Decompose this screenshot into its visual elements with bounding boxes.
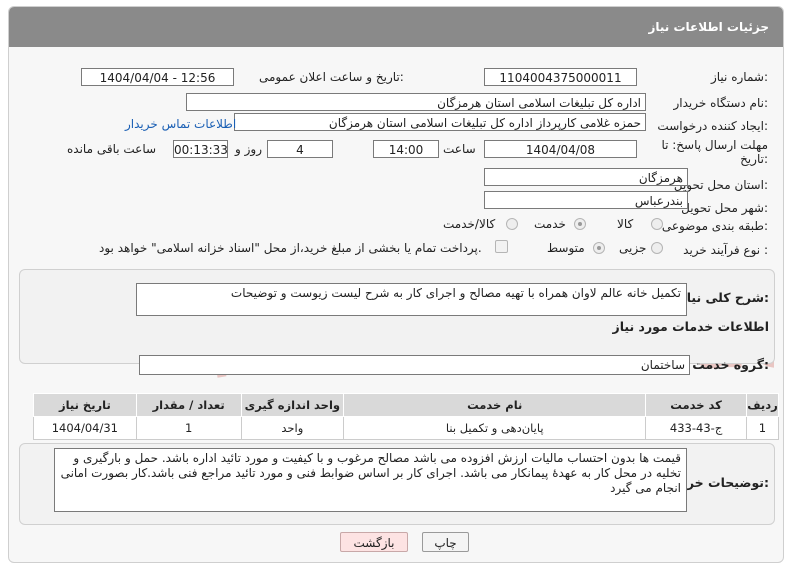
back-button[interactable]: بازگشت <box>340 532 408 552</box>
row-index: 1 <box>745 416 780 440</box>
row-date: 1404/04/31 <box>33 416 137 440</box>
city-field: بندرعباس <box>484 191 688 209</box>
treasury-payment-checkbox[interactable] <box>495 240 508 253</box>
category-option-service: خدمت <box>534 217 566 231</box>
contact-buyer-link[interactable]: اطلاعات تماس خریدار <box>125 117 236 131</box>
process-option-medium: متوسط <box>547 241 585 255</box>
category-option-goods: کالا <box>617 217 634 231</box>
category-option-goods-service: کالا/خدمت <box>443 217 496 231</box>
deadline-label-2: تاریخ: <box>740 152 768 166</box>
process-radio-medium[interactable] <box>593 242 605 254</box>
announce-label: تاریخ و ساعت اعلان عمومی: <box>259 70 404 84</box>
services-table: ردیف کد خدمت نام خدمت واحد اندازه گیری ت… <box>33 393 780 440</box>
col-unit: واحد اندازه گیری <box>240 393 345 417</box>
process-radio-minor[interactable] <box>651 242 663 254</box>
deadline-label: مهلت ارسال پاسخ: تا <box>661 138 768 152</box>
summary-label: شرح کلی نیاز: <box>679 290 770 305</box>
col-name: نام خدمت <box>343 393 647 417</box>
print-button[interactable]: چاپ <box>422 532 469 552</box>
payment-note: پرداخت تمام یا بخشی از مبلغ خرید،از محل … <box>99 241 482 255</box>
deadline-date-field: 1404/04/08 <box>484 140 637 158</box>
process-option-minor: جزیی <box>619 241 647 255</box>
col-index: ردیف <box>745 393 780 417</box>
announce-field: 1404/04/04 - 12:56 <box>81 68 234 86</box>
service-group-field: ساختمان <box>139 355 690 375</box>
col-code: کد خدمت <box>645 393 747 417</box>
row-code: ج-43-433 <box>645 416 747 440</box>
remaining-time-field: 00:13:33 <box>173 140 228 158</box>
days-field: 4 <box>267 140 333 158</box>
need-details-panel: جزئیات اطلاعات نیاز AriaTender.neT شماره… <box>8 6 784 563</box>
deadline-time-field: 14:00 <box>373 140 439 158</box>
service-group-label: گروه خدمت: <box>692 357 769 372</box>
col-date: تاریخ نیاز <box>33 393 137 417</box>
row-qty: 1 <box>135 416 242 440</box>
remaining-label: ساعت باقی مانده <box>67 142 157 156</box>
category-radio-goods-service[interactable] <box>506 218 518 230</box>
need-number-field: 1104004375000011 <box>484 68 637 86</box>
panel-title: جزئیات اطلاعات نیاز <box>648 20 769 34</box>
buyer-org-field: اداره کل تبلیغات اسلامی استان هرمزگان <box>186 93 646 111</box>
row-name: پایان‌دهی و تکمیل بنا <box>343 416 647 440</box>
table-row: 1 ج-43-433 پایان‌دهی و تکمیل بنا واحد 1 … <box>33 416 780 440</box>
table-header-row: ردیف کد خدمت نام خدمت واحد اندازه گیری ت… <box>33 393 780 417</box>
panel-header: جزئیات اطلاعات نیاز <box>9 7 783 47</box>
province-field: هرمزگان <box>484 168 688 186</box>
requester-label: ایجاد کننده درخواست: <box>657 119 768 133</box>
summary-textarea[interactable]: تکمیل خانه عالم لاوان همراه با تهیه مصال… <box>136 283 687 316</box>
days-label: روز و <box>235 142 262 156</box>
row-unit: واحد <box>240 416 345 440</box>
buyer-org-label: نام دستگاه خریدار: <box>673 96 769 110</box>
process-label: نوع فرآیند خرید : <box>683 243 768 257</box>
services-title: اطلاعات خدمات مورد نیاز <box>612 319 770 334</box>
category-radio-goods[interactable] <box>651 218 663 230</box>
need-number-label: شماره نیاز: <box>710 70 768 84</box>
buyer-notes-textarea[interactable]: قیمت ها بدون احتساب مالیات ارزش افزوده م… <box>54 448 687 512</box>
category-label: طبقه بندی موضوعی: <box>661 219 768 233</box>
category-radio-service[interactable] <box>574 218 586 230</box>
city-label: شهر محل تحویل: <box>681 201 768 215</box>
col-qty: تعداد / مقدار <box>135 393 242 417</box>
deadline-time-label: ساعت <box>443 142 476 156</box>
requester-field: حمزه غلامی کارپرداز اداره کل تبلیغات اسل… <box>234 113 646 131</box>
